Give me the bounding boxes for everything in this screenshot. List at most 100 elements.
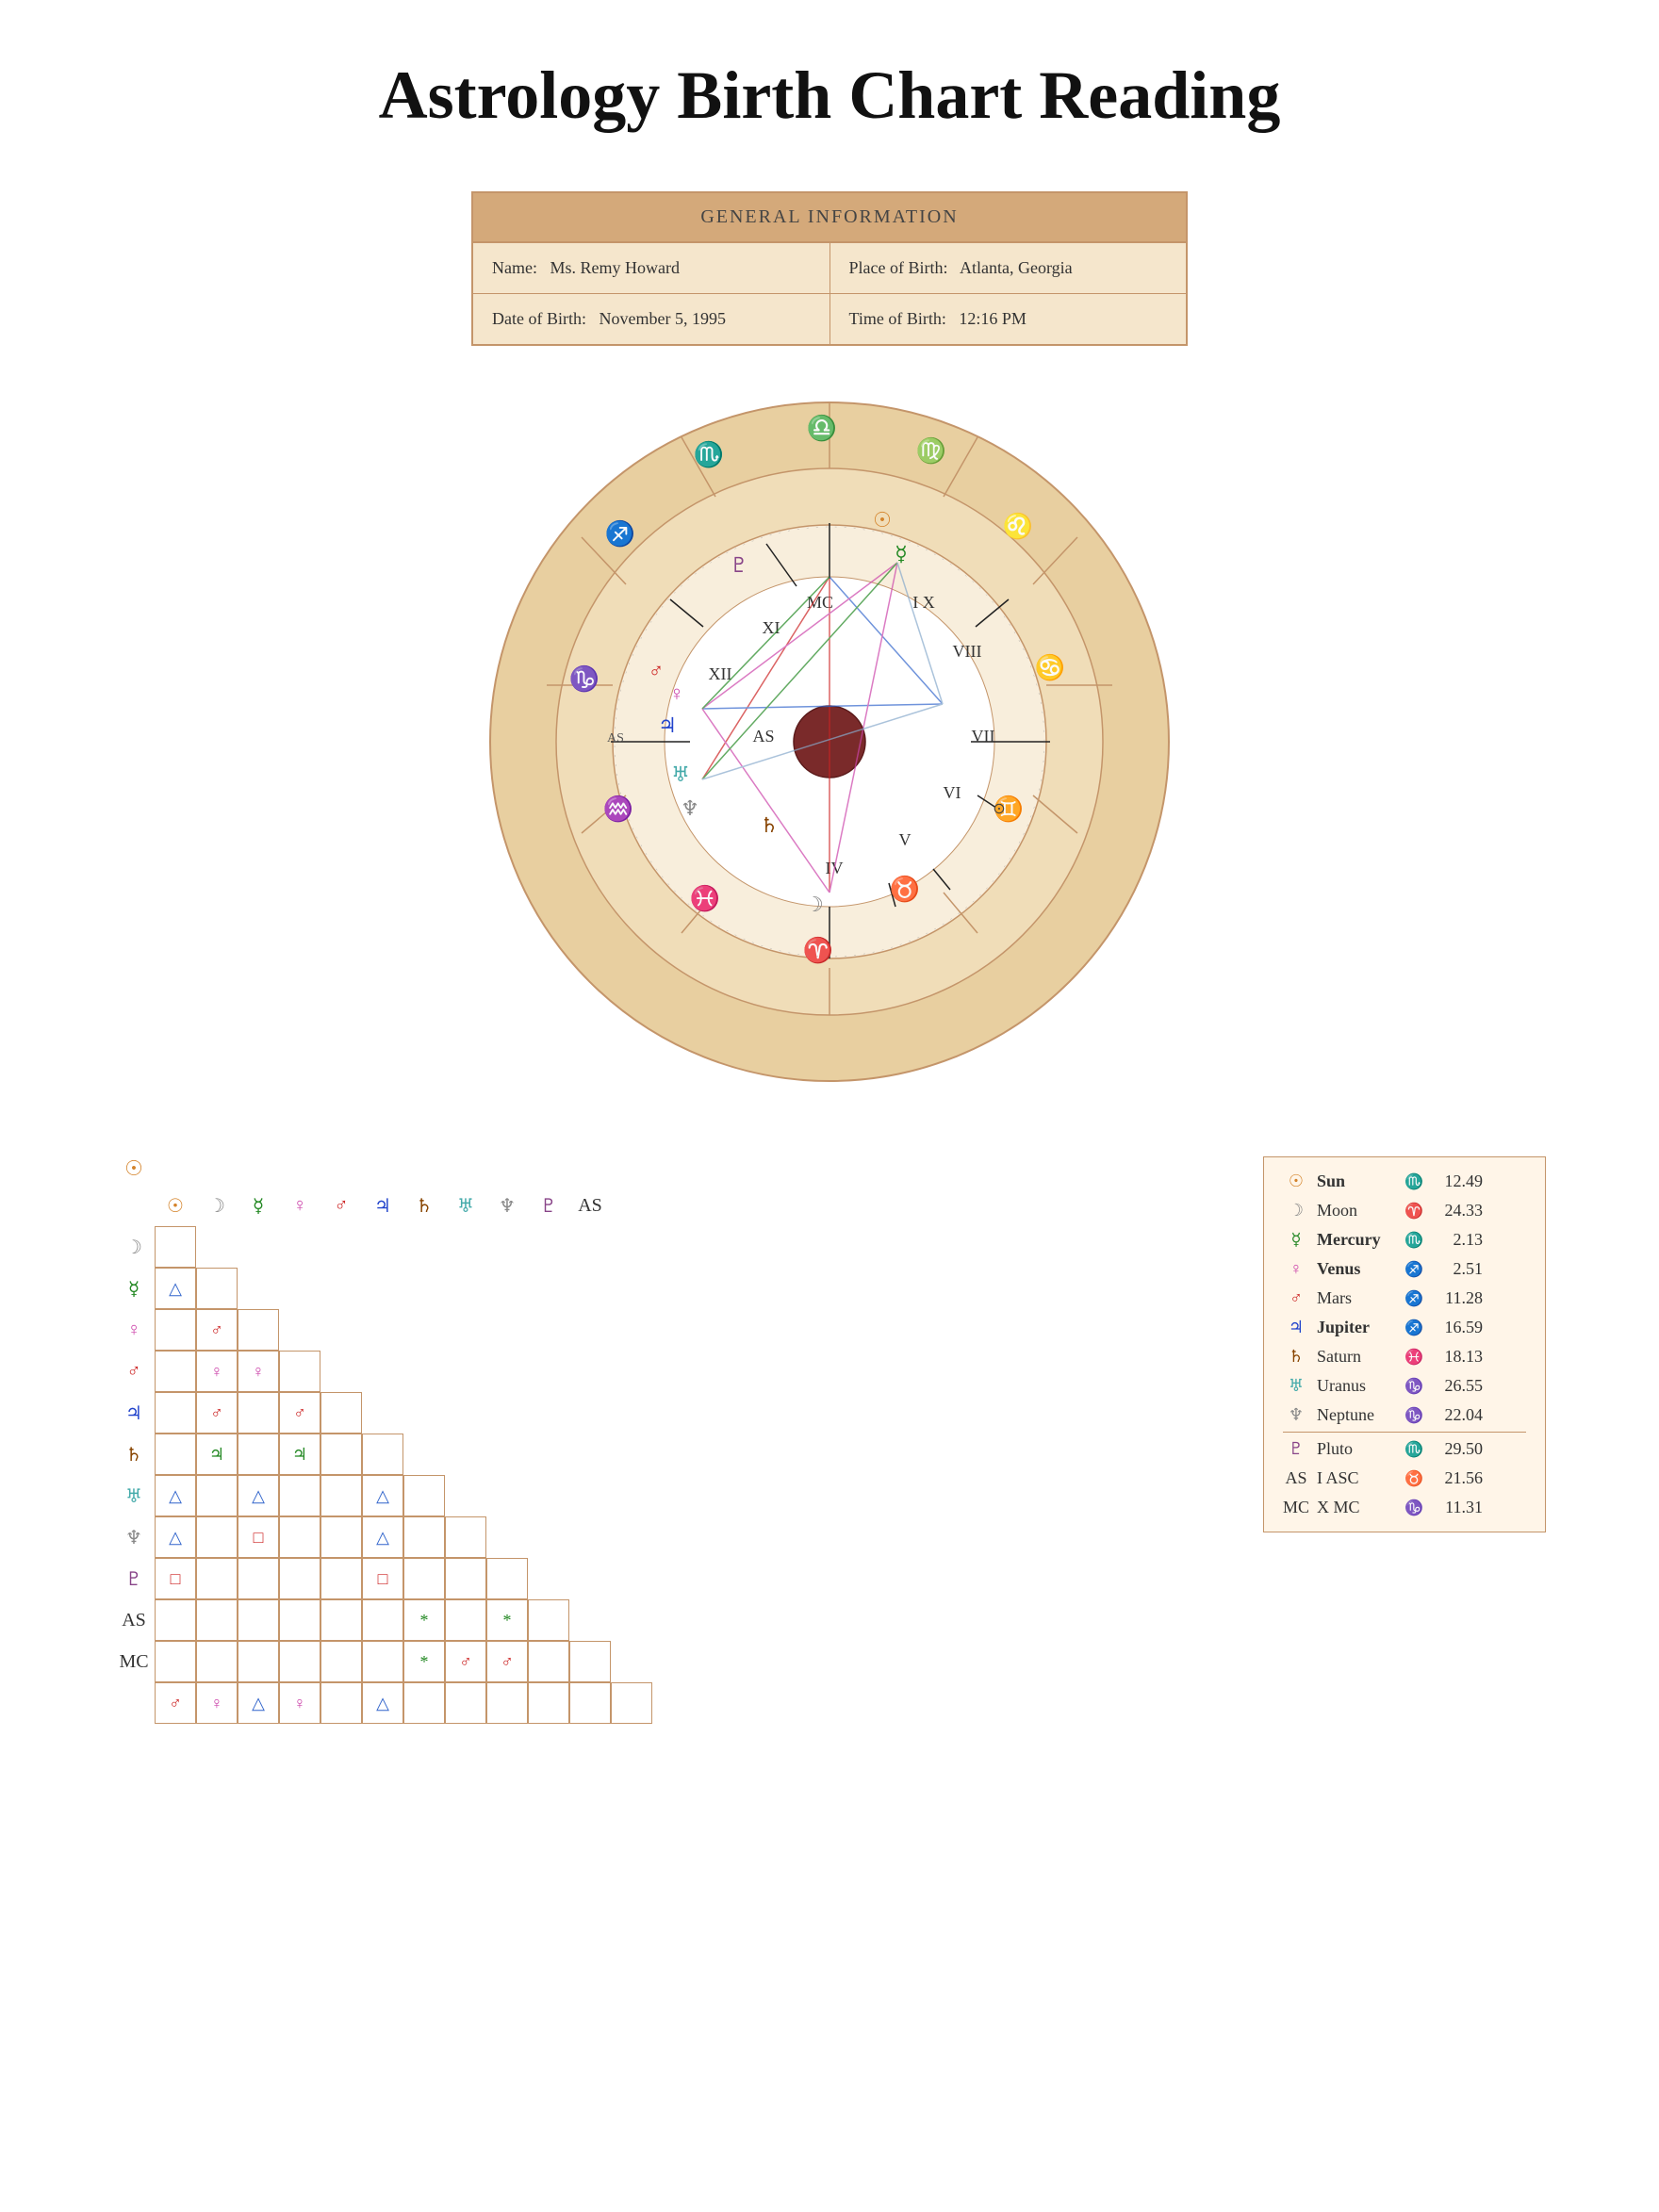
planet-symbol: ☉: [1283, 1172, 1309, 1191]
info-table-header: GENERAL INFORMATION: [473, 193, 1186, 243]
planet-name: Venus: [1317, 1259, 1392, 1279]
aspect-cell: [196, 1268, 238, 1309]
aspect-cell: ♃: [196, 1434, 238, 1475]
planet-row: ☽Moon♈24.33: [1283, 1196, 1526, 1225]
planet-deg: 2.13: [1436, 1230, 1483, 1250]
aspect-cell: □: [362, 1558, 403, 1599]
svg-text:♎: ♎: [807, 414, 837, 442]
tob-cell: Time of Birth: 12:16 PM: [830, 294, 1187, 344]
planet-sign: ♑: [1400, 1499, 1428, 1517]
aspect-cell: [445, 1558, 486, 1599]
svg-text:♇: ♇: [730, 553, 748, 577]
svg-text:♆: ♆: [681, 796, 699, 820]
aspect-cell: ♂: [196, 1309, 238, 1351]
aspect-cell: [362, 1641, 403, 1682]
info-row-name: Name: Ms. Remy Howard Place of Birth: At…: [473, 243, 1186, 294]
svg-text:V: V: [899, 830, 912, 849]
svg-text:♒: ♒: [603, 795, 633, 823]
planet-name: I ASC: [1317, 1468, 1392, 1488]
aspect-cell: [528, 1599, 569, 1641]
aspect-cell: △: [362, 1682, 403, 1724]
grid-row-header: ☽: [113, 1226, 155, 1268]
aspect-cell: [196, 1599, 238, 1641]
aspect-cell: [279, 1351, 320, 1392]
aspect-cell: [320, 1434, 362, 1475]
aspect-cell: [279, 1516, 320, 1558]
aspect-cell: [486, 1682, 528, 1724]
planet-symbol: ♅: [1283, 1376, 1309, 1396]
planet-symbol: AS: [1283, 1468, 1309, 1488]
grid-header-row: ☉☽☿♀♂♃♄♅♆♇AS: [113, 1185, 652, 1226]
aspect-cell: [238, 1392, 279, 1434]
planet-sign: ♐: [1400, 1289, 1428, 1308]
svg-text:XII: XII: [709, 664, 732, 683]
svg-text:♅: ♅: [671, 762, 690, 786]
grid-data-row: ♇□□: [113, 1558, 652, 1599]
aspect-cell: [155, 1599, 196, 1641]
aspect-cell: △: [155, 1268, 196, 1309]
aspect-cell: □: [238, 1516, 279, 1558]
aspect-cell: [320, 1641, 362, 1682]
chart-area: MC XI XII AS I X VIII VII VI V IV ♎ ♍ ♌: [0, 384, 1659, 1100]
svg-text:☿: ☿: [895, 542, 908, 565]
planet-deg: 24.33: [1436, 1201, 1483, 1221]
grid-data-row: ♀♂: [113, 1309, 652, 1351]
aspect-cell: [403, 1475, 445, 1516]
aspect-cell: [320, 1392, 362, 1434]
svg-text:♓: ♓: [690, 884, 720, 912]
svg-text:♉: ♉: [890, 875, 920, 903]
planet-sign: ♏: [1400, 1231, 1428, 1250]
planet-row: ASI ASC♉21.56: [1283, 1464, 1526, 1493]
grid-row-header: ♃: [113, 1392, 155, 1434]
svg-text:I X: I X: [912, 593, 935, 612]
grid-data-row: ☽: [113, 1226, 652, 1268]
aspect-cell: [403, 1682, 445, 1724]
planet-sign: ♉: [1400, 1469, 1428, 1488]
aspect-cell: △: [362, 1516, 403, 1558]
grid-col-header: ♆: [486, 1185, 528, 1226]
svg-text:VI: VI: [944, 783, 961, 802]
svg-text:☉: ☉: [873, 508, 892, 532]
aspect-cell: ♂: [155, 1682, 196, 1724]
name-cell: Name: Ms. Remy Howard: [473, 243, 830, 293]
planet-name: Mercury: [1317, 1230, 1392, 1250]
svg-text:⊙: ⊙: [993, 801, 1005, 817]
planet-table: ☉Sun♏12.49☽Moon♈24.33☿Mercury♏2.13♀Venus…: [1263, 1156, 1546, 1532]
planet-row: MCX MC♑11.31: [1283, 1493, 1526, 1522]
planet-sign: ♏: [1400, 1440, 1428, 1459]
dob-cell: Date of Birth: November 5, 1995: [473, 294, 830, 344]
svg-text:AS: AS: [607, 731, 624, 746]
grid-col-header: ♂: [320, 1185, 362, 1226]
svg-text:VII: VII: [972, 727, 995, 746]
tob-value: 12:16 PM: [959, 309, 1027, 328]
svg-text:♋: ♋: [1035, 653, 1065, 681]
aspect-cell: [279, 1475, 320, 1516]
planet-deg: 26.55: [1436, 1376, 1483, 1396]
aspect-cell: [320, 1682, 362, 1724]
planet-row: ☿Mercury♏2.13: [1283, 1225, 1526, 1254]
grid-data-row: ♂♀△♀△: [113, 1682, 652, 1724]
place-value: Atlanta, Georgia: [960, 258, 1073, 277]
aspect-cell: [528, 1682, 569, 1724]
grid-data-row: ♃♂♂: [113, 1392, 652, 1434]
planet-sign: ♑: [1400, 1377, 1428, 1396]
aspect-cell: [486, 1558, 528, 1599]
info-table-section: GENERAL INFORMATION Name: Ms. Remy Howar…: [0, 191, 1659, 346]
aspect-cell: [445, 1599, 486, 1641]
svg-text:♑: ♑: [569, 664, 600, 693]
aspect-cell: ♃: [279, 1434, 320, 1475]
aspect-cell: [238, 1309, 279, 1351]
planet-sign: ♏: [1400, 1172, 1428, 1191]
grid-data-row: ♄♃♃: [113, 1434, 652, 1475]
aspect-cell: [279, 1599, 320, 1641]
aspect-cell: [238, 1599, 279, 1641]
aspect-cell: [279, 1641, 320, 1682]
aspect-cell: ♂: [445, 1641, 486, 1682]
planet-symbol: ♆: [1283, 1405, 1309, 1425]
planet-name: Jupiter: [1317, 1318, 1392, 1337]
grid-col-header: ☉: [155, 1185, 196, 1226]
name-label: Name:: [492, 258, 537, 277]
info-row-dob: Date of Birth: November 5, 1995 Time of …: [473, 294, 1186, 344]
general-info-table: GENERAL INFORMATION Name: Ms. Remy Howar…: [471, 191, 1188, 346]
aspect-cell: [320, 1599, 362, 1641]
